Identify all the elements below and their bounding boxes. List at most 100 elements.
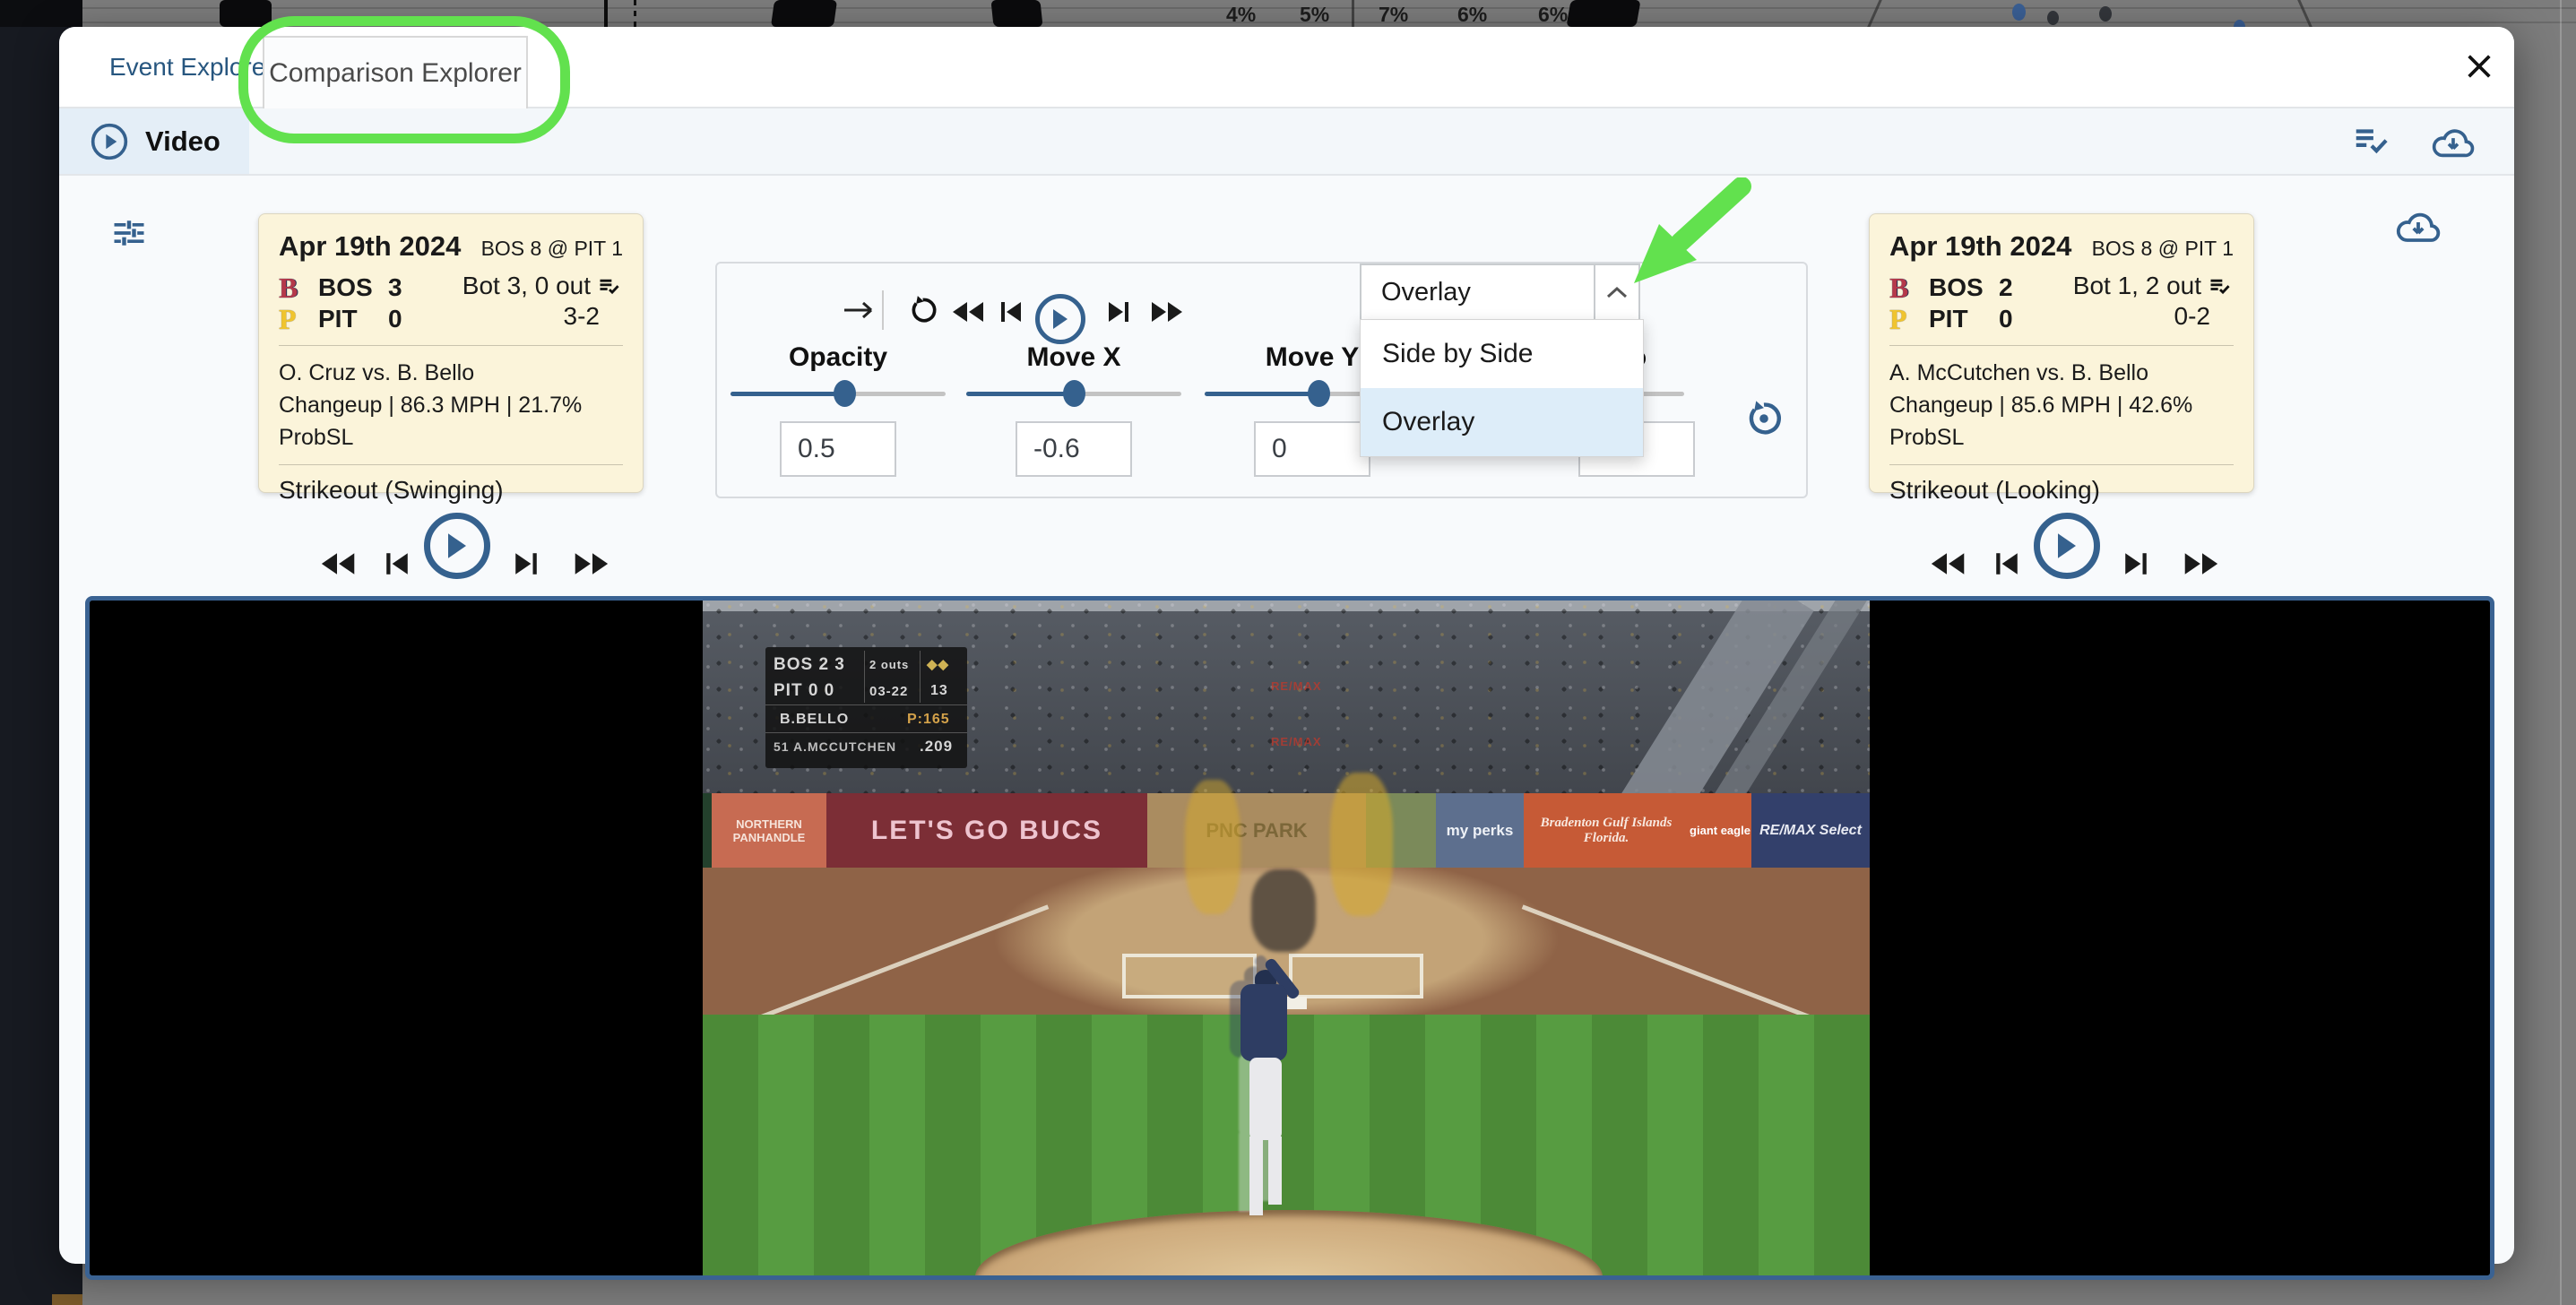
backdrop-percent: 5% bbox=[1300, 3, 1343, 27]
video-toolbar: Video bbox=[59, 108, 2514, 176]
away-score: 3 bbox=[388, 273, 402, 302]
playlist-check-icon[interactable] bbox=[2207, 273, 2234, 298]
play-button[interactable] bbox=[1035, 294, 1085, 344]
backdrop-left-panel-top bbox=[0, 0, 82, 27]
move-x-label: Move X bbox=[966, 342, 1181, 373]
backdrop-silhouette bbox=[771, 0, 837, 27]
reset-history-icon[interactable] bbox=[1742, 396, 1786, 441]
backdrop-scatter-dot bbox=[2012, 4, 2026, 21]
restart-icon[interactable] bbox=[903, 292, 939, 328]
playlist-check-icon[interactable] bbox=[596, 273, 623, 298]
backdrop-percent: 4% bbox=[1226, 3, 1269, 27]
pitch-text: Changeup | 86.3 MPH | 21.7% ProbSL bbox=[279, 389, 623, 454]
backdrop-heatmap bbox=[502, 0, 717, 27]
backdrop-right-divider bbox=[2560, 0, 2562, 1305]
sb-count: 03-22 bbox=[869, 684, 908, 699]
backdrop-percent: 6% bbox=[1457, 3, 1500, 27]
count-text: 3-2 bbox=[462, 302, 623, 331]
video-section-tab[interactable]: Video bbox=[59, 108, 249, 174]
pit-logo: P bbox=[279, 306, 306, 333]
result-text: Strikeout (Looking) bbox=[1889, 476, 2234, 505]
left-skip-previous-icon[interactable] bbox=[382, 550, 412, 577]
skip-previous-icon[interactable] bbox=[997, 299, 1025, 324]
ghost-batter-left bbox=[1185, 780, 1240, 914]
right-fast-forward-icon[interactable] bbox=[2182, 550, 2223, 577]
opacity-slider[interactable] bbox=[730, 392, 946, 396]
bos-logo: B bbox=[1889, 274, 1916, 301]
sb-home-line: PIT 0 0 bbox=[774, 681, 834, 701]
ad-bradenton: Bradenton Gulf Islands Florida. bbox=[1524, 793, 1689, 868]
menu-option-overlay[interactable]: Overlay bbox=[1361, 388, 1643, 456]
divider bbox=[882, 290, 884, 330]
home-score: 0 bbox=[388, 305, 402, 333]
right-skip-previous-icon[interactable] bbox=[1992, 550, 2022, 577]
sb-pitchcount: P:165 bbox=[907, 712, 950, 728]
move-x-input[interactable] bbox=[1016, 421, 1132, 477]
left-skip-next-icon[interactable] bbox=[511, 550, 541, 577]
left-fast-rewind-icon[interactable] bbox=[316, 550, 358, 577]
right-skip-next-icon[interactable] bbox=[2121, 550, 2151, 577]
arrow-right-icon[interactable] bbox=[841, 296, 878, 324]
video-frame: RE/MAX RE/MAX BOS 2 3 2 outs ◆◆ PIT 0 0 … bbox=[703, 601, 1870, 1275]
move-x-slider[interactable] bbox=[966, 392, 1181, 396]
situation-text: Bot 1, 2 out bbox=[2073, 272, 2201, 300]
cloud-download-video-icon[interactable] bbox=[2395, 206, 2442, 246]
players-text: A. McCutchen vs. B. Bello bbox=[1889, 357, 2234, 389]
situation-text: Bot 3, 0 out bbox=[462, 272, 591, 300]
event-matchup: BOS 8 @ PIT 1 bbox=[481, 237, 623, 261]
home-abbr: PIT bbox=[318, 305, 376, 333]
view-mode-value: Overlay bbox=[1361, 265, 1594, 319]
right-play-button[interactable] bbox=[2034, 513, 2100, 579]
move-x-slider-knob[interactable] bbox=[1063, 380, 1085, 407]
tab-event-explorer-label: Event Explorer bbox=[109, 53, 274, 82]
video-pillar-ad: RE/MAX bbox=[1271, 679, 1343, 693]
score-block: BBOS2 PPIT0 bbox=[1889, 272, 2013, 334]
ad-northern-panhandle: NORTHERN PANHANDLE bbox=[712, 793, 826, 868]
fast-rewind-icon[interactable] bbox=[948, 299, 986, 324]
view-mode-menu: Side by Side Overlay bbox=[1360, 319, 1644, 457]
sb-batter: 51 A.MCCUTCHEN bbox=[774, 739, 896, 754]
backdrop-left-panel-bottom bbox=[52, 1294, 82, 1305]
tab-comparison-explorer-label: Comparison Explorer bbox=[269, 58, 522, 89]
close-icon bbox=[2464, 51, 2494, 82]
ad-my-perks: my perks bbox=[1436, 793, 1524, 868]
video-pillar-ad: RE/MAX bbox=[1271, 735, 1343, 748]
outfield-wall: NORTHERN PANHANDLE LET'S GO BUCS PNC PAR… bbox=[703, 793, 1870, 868]
menu-option-side-by-side[interactable]: Side by Side bbox=[1361, 320, 1643, 388]
sb-inning: 13 bbox=[930, 683, 948, 699]
catcher-umpire bbox=[1251, 869, 1316, 952]
fast-forward-icon[interactable] bbox=[1149, 299, 1187, 324]
away-abbr: BOS bbox=[318, 273, 376, 302]
backdrop-scatter-dot bbox=[2099, 6, 2112, 22]
cloud-download-icon[interactable] bbox=[2431, 121, 2474, 162]
ad-giant-eagle: giant eagle bbox=[1689, 793, 1751, 868]
left-fast-forward-icon[interactable] bbox=[572, 550, 613, 577]
right-fast-rewind-icon[interactable] bbox=[1926, 550, 1967, 577]
move-y-slider-knob[interactable] bbox=[1308, 380, 1330, 407]
chevron-up-icon[interactable] bbox=[1594, 265, 1638, 319]
sb-average: .209 bbox=[920, 738, 953, 756]
broadcast-scoreboard: BOS 2 3 2 outs ◆◆ PIT 0 0 03-22 13 B.BEL… bbox=[765, 647, 967, 768]
event-date: Apr 19th 2024 bbox=[1889, 230, 2071, 263]
batter-box-right bbox=[1289, 954, 1423, 998]
backdrop-percent: 6% bbox=[1538, 3, 1581, 27]
playlist-check-icon[interactable] bbox=[2350, 121, 2393, 162]
event-card-right: Apr 19th 2024 BOS 8 @ PIT 1 BBOS2 PPIT0 … bbox=[1869, 213, 2254, 493]
move-y-input[interactable] bbox=[1254, 421, 1370, 477]
tune-filters-icon[interactable] bbox=[108, 213, 150, 253]
view-mode-select[interactable]: Overlay bbox=[1360, 264, 1640, 321]
tab-comparison-explorer[interactable]: Comparison Explorer bbox=[263, 36, 528, 108]
left-play-button[interactable] bbox=[424, 513, 490, 579]
opacity-input[interactable] bbox=[780, 421, 896, 477]
backdrop-divider bbox=[1352, 0, 1354, 27]
tab-event-explorer[interactable]: Event Explorer bbox=[109, 27, 274, 107]
opacity-slider-knob[interactable] bbox=[834, 380, 856, 407]
backdrop-dashed-line bbox=[634, 0, 636, 27]
backdrop-percent: 7% bbox=[1379, 3, 1422, 27]
backdrop-line bbox=[604, 0, 608, 27]
skip-next-icon[interactable] bbox=[1104, 299, 1133, 324]
sb-pitcher: B.BELLO bbox=[780, 712, 849, 728]
comparison-explorer-dialog: Event Explorer Comparison Explorer Video bbox=[59, 27, 2514, 1264]
video-player[interactable]: RE/MAX RE/MAX BOS 2 3 2 outs ◆◆ PIT 0 0 … bbox=[85, 596, 2494, 1280]
close-button[interactable] bbox=[2458, 45, 2501, 88]
